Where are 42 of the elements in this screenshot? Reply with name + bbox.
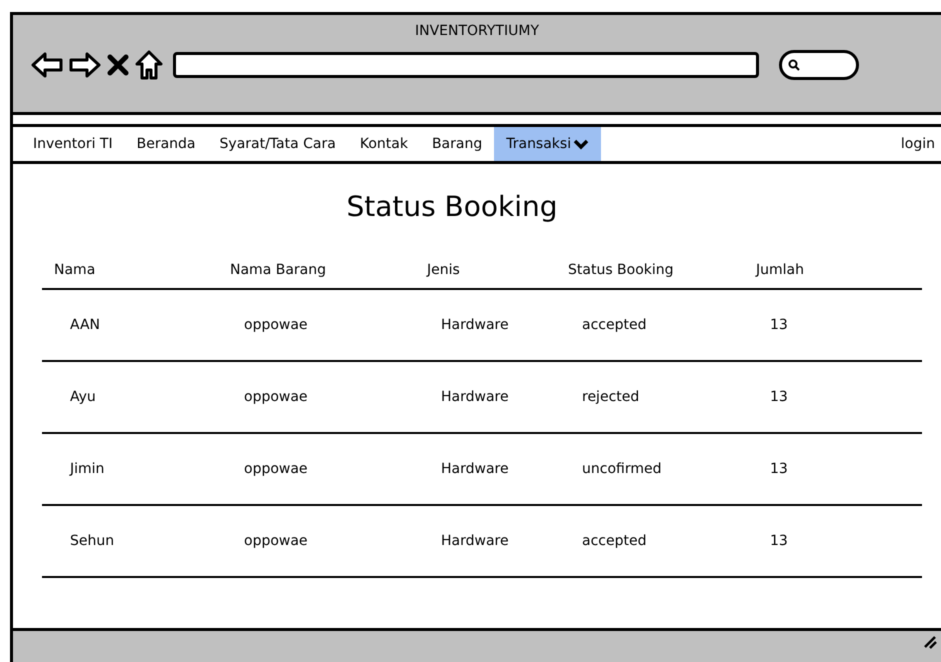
nav-item[interactable]: Beranda	[124, 127, 208, 161]
address-field[interactable]	[173, 52, 759, 78]
table-cell: accepted	[582, 316, 646, 332]
back-icon[interactable]	[31, 51, 63, 79]
table-cell: AAN	[70, 316, 100, 332]
table-cell: Hardware	[441, 532, 509, 548]
close-icon[interactable]	[107, 54, 129, 76]
table-cell: Ayu	[70, 388, 96, 404]
nav-item[interactable]: Inventori TI	[21, 127, 125, 161]
nav-item[interactable]: Kontak	[348, 127, 420, 161]
nav-item[interactable]: Syarat/Tata Cara	[208, 127, 348, 161]
login-link[interactable]: login	[900, 127, 935, 161]
forward-icon[interactable]	[69, 51, 101, 79]
resize-grip-icon	[923, 635, 937, 649]
column-header: Status Booking	[568, 262, 674, 278]
table-cell: oppowae	[244, 388, 308, 404]
nav-item[interactable]: Transaksi	[494, 127, 602, 161]
table-cell: 13	[770, 388, 788, 404]
home-icon[interactable]	[135, 50, 163, 80]
page-heading: Status Booking	[345, 189, 559, 225]
column-header: Nama Barang	[230, 262, 326, 278]
table-cell: rejected	[582, 388, 640, 404]
table-cell: 13	[770, 532, 788, 548]
table-cell: oppowae	[244, 316, 308, 332]
table-cell: Hardware	[441, 388, 509, 404]
column-header: Nama	[54, 262, 96, 278]
table-cell: oppowae	[244, 460, 308, 476]
table-cell: Hardware	[441, 460, 509, 476]
column-header: Jenis	[427, 262, 460, 278]
nav-item[interactable]: Barang	[420, 127, 494, 161]
table-cell: oppowae	[244, 532, 308, 548]
table-cell: uncofirmed	[582, 460, 662, 476]
search-icon	[788, 59, 800, 71]
table-cell: 13	[770, 460, 788, 476]
table-cell: accepted	[582, 532, 646, 548]
table-cell: 13	[770, 316, 788, 332]
column-header: Jumlah	[756, 262, 804, 278]
table-cell: Jimin	[70, 460, 104, 476]
search-field[interactable]	[779, 50, 859, 80]
table-cell: Hardware	[441, 316, 509, 332]
table-cell: Sehun	[70, 532, 114, 548]
window-title: INVENTORYTIUMY	[414, 22, 539, 41]
